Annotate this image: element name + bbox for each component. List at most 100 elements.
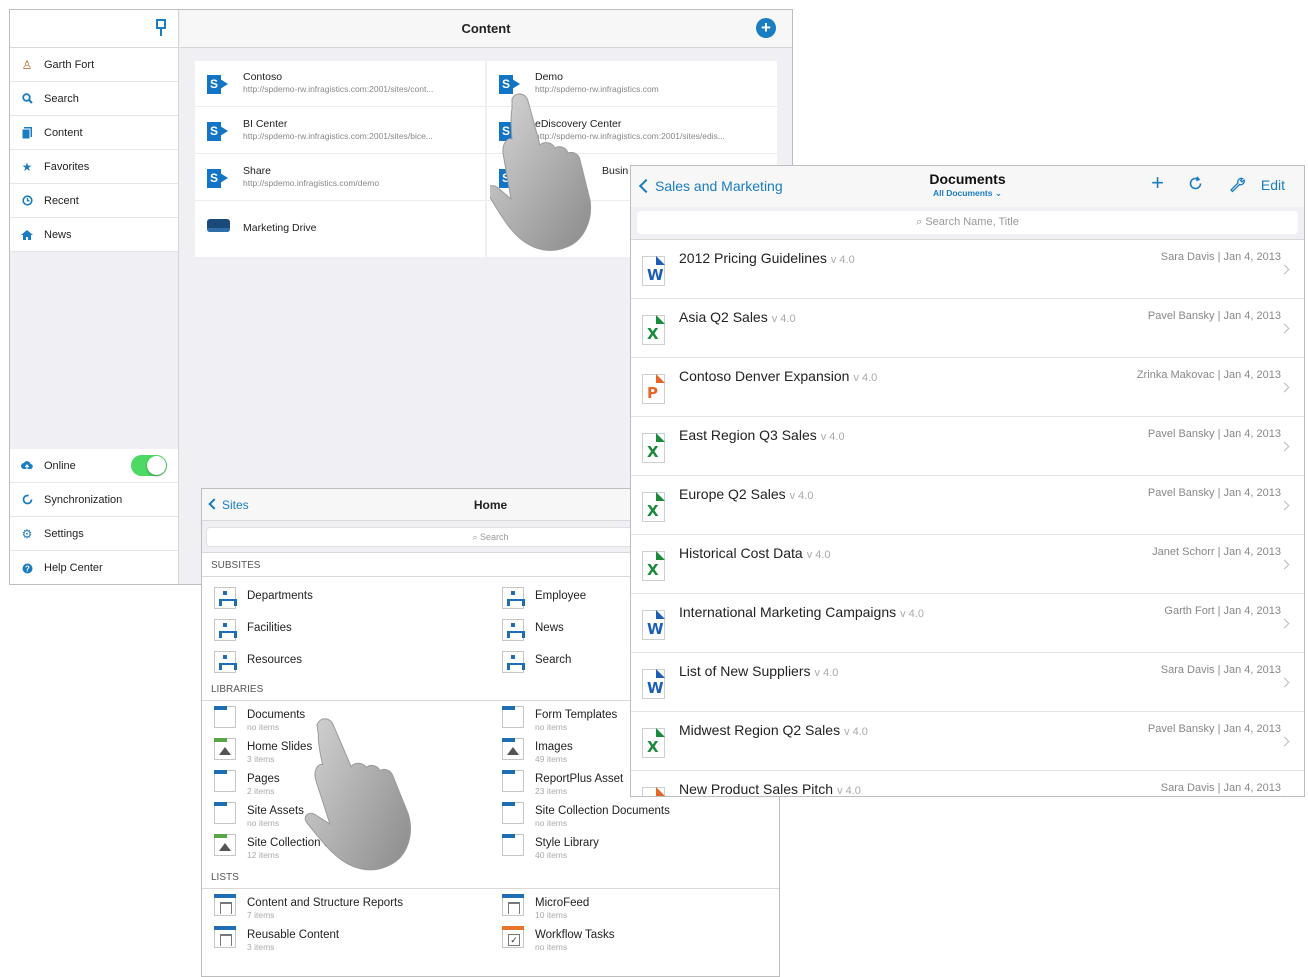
chevron-right-icon [1279, 677, 1290, 688]
list-icon [502, 894, 524, 916]
site-tile[interactable]: S Contoso http://spdemo-rw.infragistics.… [195, 61, 485, 107]
sidebar-item-favorites[interactable]: ★ Favorites [10, 150, 178, 184]
wrench-icon[interactable] [1228, 175, 1246, 197]
image-library-icon [502, 738, 524, 760]
item-count: no items [535, 722, 568, 732]
document-title: International Marketing Campaigns [679, 604, 897, 620]
excel-file-icon: X [642, 433, 665, 463]
documents-header: Sales and Marketing Documents All Docume… [631, 166, 1304, 207]
item-count: 40 items [535, 850, 568, 860]
sync-icon [10, 494, 44, 505]
document-title: Historical Cost Data [679, 545, 803, 561]
document-version: v 4.0 [820, 431, 845, 443]
document-version: v 4.0 [771, 313, 796, 325]
pin-icon[interactable] [156, 19, 166, 37]
sidebar-item-settings[interactable]: ⚙ Settings [10, 517, 178, 551]
document-meta: Zrinka Makovac | Jan 4, 2013 [1136, 369, 1281, 381]
pointing-hand-icon [304, 718, 411, 871]
drive-icon [207, 219, 230, 232]
add-button[interactable]: + [756, 18, 776, 38]
sidebar-bottom: Online Synchronization ⚙ Settings ? Help… [10, 449, 178, 584]
search-input[interactable]: ⌕ Search Name, Title [637, 211, 1298, 234]
document-title: New Product Sales Pitch [679, 781, 834, 797]
site-tile[interactable]: Marketing Drive [195, 202, 485, 256]
view-selector-label: All Documents [932, 188, 993, 198]
chevron-right-icon [1279, 618, 1290, 629]
sidebar-item-label: Favorites [44, 160, 90, 173]
help-icon: ? [10, 563, 44, 574]
task-list-icon [502, 926, 524, 948]
item-label: Content and Structure Reports [247, 897, 403, 909]
item-label: Reusable Content [247, 929, 340, 941]
document-row[interactable]: P New Product Sales Pitchv 4.0 Sara Davis … [631, 771, 1304, 797]
powerpoint-file-icon: P [642, 374, 665, 404]
item-count: no items [535, 942, 568, 952]
search-placeholder: Search [480, 532, 509, 542]
sidebar-item-search[interactable]: Search [10, 82, 178, 116]
document-version: v 4.0 [814, 667, 839, 679]
sidebar-item-label: Garth Fort [44, 58, 95, 71]
refresh-icon[interactable] [1187, 175, 1204, 196]
home-icon [10, 229, 44, 240]
sidebar-item-label: Search [44, 92, 79, 105]
document-row[interactable]: W International Marketing Campaigns v 4.0 G… [631, 594, 1304, 653]
chevron-left-icon [208, 498, 220, 510]
add-icon[interactable]: + [1151, 172, 1164, 194]
document-name: International Marketing Campaigns v 4.0 [679, 604, 924, 620]
document-meta: Garth Fort | Jan 4, 2013 [1164, 605, 1281, 617]
document-row[interactable]: X East Region Q3 Sales v 4.0 Pavel Bansky |… [631, 417, 1304, 476]
sidebar-item-online: Online [10, 449, 178, 483]
document-row[interactable]: X Midwest Region Q2 Sales v 4.0 Pavel Bansk… [631, 712, 1304, 771]
library-icon [502, 706, 524, 728]
online-toggle[interactable] [131, 455, 167, 476]
document-row[interactable]: X Europe Q2 Sales v 4.0 Pavel Bansky | Jan … [631, 476, 1304, 535]
library-icon [214, 802, 236, 824]
document-row[interactable]: W List of New Suppliers v 4.0 Sara Davis | … [631, 653, 1304, 712]
sidebar-item-label: Settings [44, 527, 84, 540]
chevron-right-icon [1279, 559, 1290, 570]
site-tile[interactable]: S BI Center http://spdemo-rw.infragistic… [195, 108, 485, 154]
sidebar-item-content[interactable]: Content [10, 116, 178, 150]
sidebar-item-synchronization[interactable]: Synchronization [10, 483, 178, 517]
document-row[interactable]: P Contoso Denver Expansion v 4.0 Zrinka Mak… [631, 358, 1304, 417]
edit-button[interactable]: Edit [1261, 177, 1285, 193]
sidebar-item-user[interactable]: ♙ Garth Fort [10, 48, 178, 82]
document-title: Contoso Denver Expansion [679, 368, 850, 384]
sharepoint-icon: S [207, 169, 229, 188]
document-name: New Product Sales Pitch v 4.0 [679, 781, 861, 797]
document-row[interactable]: X Asia Q2 Sales v 4.0 Pavel Bansky | Jan 4,… [631, 299, 1304, 358]
document-name: Contoso Denver Expansion v 4.0 [679, 368, 877, 384]
document-version: v 4.0 [837, 785, 861, 797]
document-version: v 4.0 [844, 726, 868, 738]
sidebar-item-label: Online [44, 459, 76, 472]
sidebar-item-label: Help Center [44, 562, 103, 574]
sidebar-item-label: Recent [44, 194, 79, 207]
chevron-right-icon [1279, 795, 1290, 796]
item-label: Search [535, 654, 572, 666]
pointing-hand-icon [490, 93, 592, 251]
sharepoint-icon: S [207, 75, 229, 94]
search-bar: ⌕ Search Name, Title [631, 207, 1304, 240]
document-row[interactable]: W 2012 Pricing Guidelines v 4.0 Sara Davis … [631, 240, 1304, 299]
site-tile[interactable]: S Share http://spdemo.infragistics.com/d… [195, 155, 485, 201]
sidebar-item-recent[interactable]: Recent [10, 184, 178, 218]
item-label: MicroFeed [535, 897, 590, 909]
sidebar-item-news[interactable]: News [10, 218, 178, 252]
sidebar-item-help-center[interactable]: ? Help Center [10, 551, 178, 584]
library-icon [214, 706, 236, 728]
site-icon [502, 619, 525, 641]
document-meta: Pavel Bansky | Jan 4, 2013 [1147, 487, 1281, 499]
back-button[interactable]: Sites [208, 489, 249, 521]
chevron-right-icon [1279, 736, 1290, 747]
item-label: Employee [535, 590, 587, 602]
section-header: LISTS [202, 867, 779, 889]
excel-file-icon: X [642, 551, 665, 581]
document-row[interactable]: X Historical Cost Data v 4.0 Janet Schorr |… [631, 535, 1304, 594]
document-version: v 4.0 [830, 254, 855, 266]
item-label: Facilities [247, 622, 292, 634]
document-name: Asia Q2 Sales v 4.0 [679, 309, 796, 325]
document-version: v 4.0 [806, 549, 831, 561]
documents-window: Sales and Marketing Documents All Docume… [630, 165, 1305, 797]
item-count: 12 items [247, 850, 280, 860]
chevron-right-icon [1279, 323, 1290, 334]
